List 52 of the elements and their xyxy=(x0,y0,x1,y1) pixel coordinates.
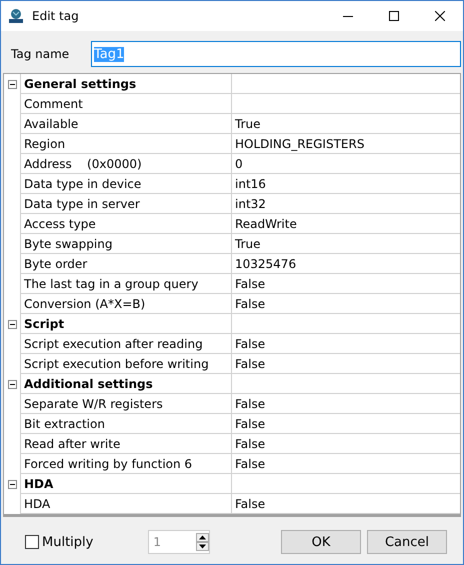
property-name: Byte swapping xyxy=(21,234,232,254)
property-name: Script execution after reading xyxy=(21,334,232,354)
property-value[interactable]: False xyxy=(235,416,266,430)
property-value[interactable]: False xyxy=(235,496,266,510)
property-value[interactable]: 10325476 xyxy=(235,256,296,270)
property-name: Comment xyxy=(21,94,232,114)
group-header: Script xyxy=(21,314,232,334)
ok-button[interactable]: OK xyxy=(281,530,361,554)
property-name: Script execution before writing xyxy=(21,354,232,374)
property-name: Forced writing by function 6 xyxy=(21,454,232,474)
property-name: Data type in device xyxy=(21,174,232,194)
property-value[interactable]: False xyxy=(235,356,266,370)
collapse-icon[interactable] xyxy=(8,380,16,388)
property-value[interactable]: False xyxy=(235,396,266,410)
property-name: Data type in server xyxy=(21,194,232,214)
property-value[interactable]: int16 xyxy=(235,176,266,190)
property-name: Region xyxy=(21,134,232,154)
window-title: Edit tag xyxy=(32,9,80,23)
group-header: HDA xyxy=(21,474,232,494)
property-name: Access type xyxy=(21,214,232,234)
property-name: The last tag in a group query xyxy=(21,274,232,294)
tag-name-label: Tag name xyxy=(11,47,70,61)
property-name: Address (0x0000) xyxy=(21,154,232,174)
close-icon xyxy=(435,11,445,21)
property-name: Byte order xyxy=(21,254,232,274)
app-logo-icon xyxy=(8,8,24,24)
group-header: General settings xyxy=(21,74,232,94)
multiply-checkbox[interactable] xyxy=(25,535,39,549)
property-value[interactable]: HOLDING_REGISTERS xyxy=(235,136,364,150)
property-name: Conversion (A*X=B) xyxy=(21,294,232,314)
property-value[interactable]: False xyxy=(235,336,266,350)
property-value[interactable]: False xyxy=(235,456,266,470)
collapse-icon[interactable] xyxy=(8,80,16,88)
property-value[interactable]: False xyxy=(235,436,266,450)
collapse-icon[interactable] xyxy=(8,320,16,328)
property-name: Available xyxy=(21,114,232,134)
property-value[interactable]: False xyxy=(235,276,266,290)
property-value[interactable]: True xyxy=(235,236,260,250)
multiply-label: Multiply xyxy=(42,534,94,550)
property-value[interactable]: True xyxy=(235,116,260,130)
property-value[interactable]: False xyxy=(235,296,266,310)
property-value[interactable]: int32 xyxy=(235,196,266,210)
property-value[interactable]: 0 xyxy=(235,156,243,170)
collapse-icon[interactable] xyxy=(8,480,16,488)
property-name: Read after write xyxy=(21,434,232,454)
maximize-icon xyxy=(389,11,399,21)
property-name: Bit extraction xyxy=(21,414,232,434)
property-name: Separate W/R registers xyxy=(21,394,232,414)
group-header: Additional settings xyxy=(21,374,232,394)
cancel-button[interactable]: Cancel xyxy=(367,530,447,554)
property-value[interactable]: ReadWrite xyxy=(235,216,297,230)
property-name: HDA xyxy=(21,494,232,514)
